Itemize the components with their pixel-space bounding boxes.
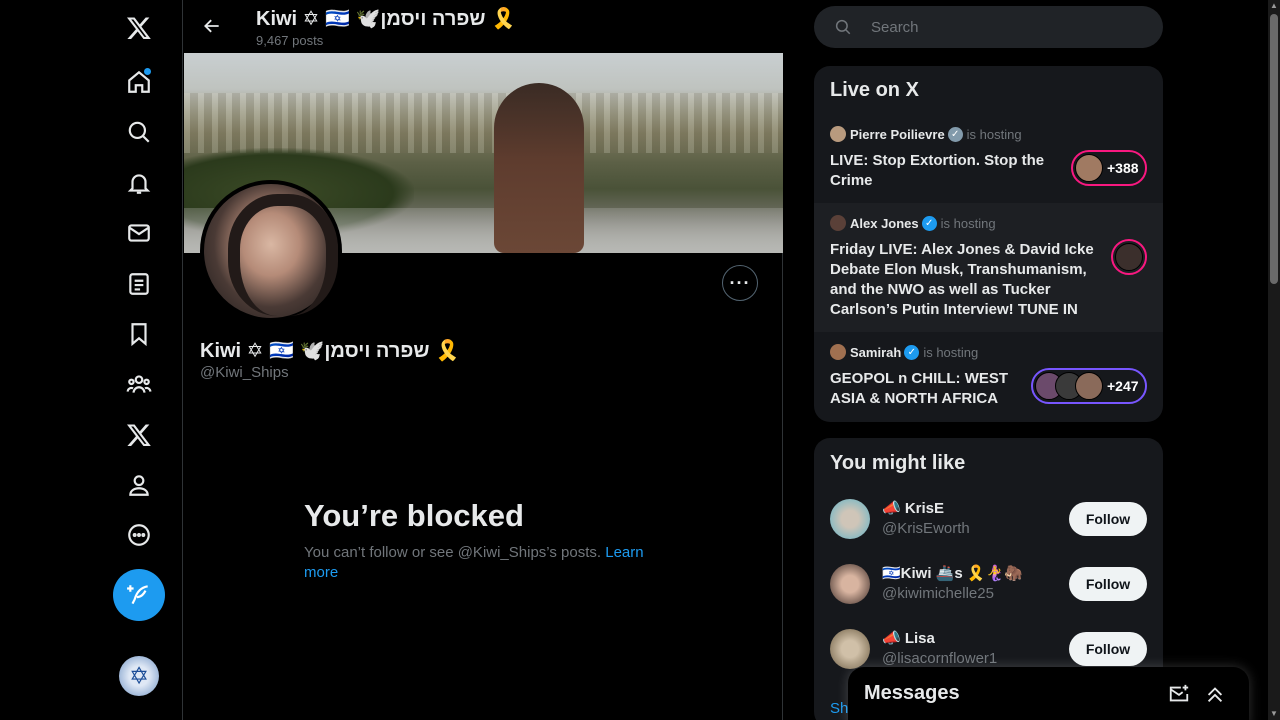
header-post-count: 9,467 posts bbox=[256, 33, 324, 48]
listener-avatar bbox=[1115, 243, 1143, 271]
profile-avatar[interactable] bbox=[200, 180, 342, 322]
messages-title: Messages bbox=[864, 682, 960, 704]
profile-display-name: Kiwi ✡ 🇮🇱 🕊️שפרה ויסמן 🎗️ bbox=[200, 340, 460, 362]
list-icon[interactable] bbox=[119, 264, 159, 304]
live-item[interactable]: Pierre Poilievre ✓ is hosting LIVE: Stop… bbox=[814, 114, 1163, 203]
back-button[interactable] bbox=[198, 12, 226, 40]
host-avatar bbox=[830, 126, 846, 142]
live-on-x-panel: Live on X Pierre Poilievre ✓ is hosting … bbox=[814, 66, 1163, 422]
blocked-message: You can’t follow or see @Kiwi_Ships’s po… bbox=[304, 543, 664, 583]
live-host-row: Pierre Poilievre ✓ is hosting bbox=[830, 126, 1022, 142]
host-avatar bbox=[830, 344, 846, 360]
show-more-link[interactable]: Sh bbox=[830, 700, 848, 717]
people-icon[interactable] bbox=[119, 364, 159, 404]
double-chevron-up-icon[interactable] bbox=[1204, 683, 1226, 705]
search-icon[interactable] bbox=[119, 112, 159, 152]
listener-avatar bbox=[1075, 372, 1103, 400]
scroll-up-arrow-icon[interactable]: ▲ bbox=[1270, 2, 1278, 10]
scroll-down-arrow-icon[interactable]: ▼ bbox=[1270, 710, 1278, 718]
listener-avatar bbox=[1075, 154, 1103, 182]
messages-drawer[interactable]: Messages bbox=[848, 667, 1249, 720]
suggestion-name: 📣 KrisE bbox=[882, 500, 945, 517]
profile-column: Kiwi ✡ 🇮🇱 🕊️שפרה ויסמן 🎗️ 9,467 posts ··… bbox=[184, 0, 783, 720]
notification-dot bbox=[144, 68, 151, 75]
follow-button[interactable]: Follow bbox=[1069, 632, 1147, 666]
blocked-title: You’re blocked bbox=[304, 498, 524, 533]
hosting-label: is hosting bbox=[940, 215, 996, 231]
more-circle-icon[interactable] bbox=[119, 515, 159, 555]
search-input[interactable] bbox=[871, 18, 1131, 36]
left-navigation: ✡ bbox=[0, 0, 183, 720]
post-button[interactable] bbox=[113, 569, 165, 621]
star-of-david-icon: ✡ bbox=[128, 662, 150, 690]
suggestion-avatar bbox=[830, 499, 870, 539]
live-listeners-pill[interactable]: +388 bbox=[1071, 150, 1147, 186]
host-avatar bbox=[830, 215, 846, 231]
suggestion-handle: @KrisEworth bbox=[882, 520, 970, 537]
page-scrollbar[interactable]: ▲ ▼ bbox=[1268, 0, 1280, 720]
verified-badge-icon: ✓ bbox=[921, 215, 937, 231]
suggestion-name: 📣 Lisa bbox=[882, 630, 935, 647]
new-message-icon[interactable] bbox=[1168, 683, 1190, 705]
suggestion-handle: @lisacornflower1 bbox=[882, 650, 998, 667]
live-host-row: Samirah ✓ is hosting bbox=[830, 344, 978, 360]
follow-button[interactable]: Follow bbox=[1069, 502, 1147, 536]
live-title: LIVE: Stop Extortion. Stop the Crime bbox=[830, 152, 1045, 189]
verified-badge-icon: ✓ bbox=[947, 126, 963, 142]
profile-handle: @Kiwi_Ships bbox=[200, 364, 289, 381]
follow-button[interactable]: Follow bbox=[1069, 567, 1147, 601]
listener-count: +388 bbox=[1107, 160, 1139, 176]
arrow-left-icon bbox=[204, 19, 219, 33]
live-item[interactable]: Alex Jones ✓ is hosting Friday LIVE: Ale… bbox=[814, 203, 1163, 332]
suggestion-item[interactable]: 🇮🇱Kiwi 🚢s 🎗️🧜‍♀️🦣 @kiwimichelle25 Follow bbox=[830, 564, 1147, 608]
live-listeners-pill[interactable] bbox=[1111, 239, 1147, 275]
account-avatar[interactable]: ✡ bbox=[119, 656, 159, 696]
blocked-text: You can’t follow or see @Kiwi_Ships’s po… bbox=[304, 544, 602, 561]
bookmark-icon[interactable] bbox=[119, 314, 159, 354]
header-display-name: Kiwi ✡ 🇮🇱 🕊️שפרה ויסמן 🎗️ bbox=[256, 8, 516, 30]
live-host-row: Alex Jones ✓ is hosting bbox=[830, 215, 996, 231]
home-icon[interactable] bbox=[119, 62, 159, 102]
feather-plus-icon bbox=[127, 585, 148, 605]
banner-figure bbox=[494, 83, 584, 253]
hosting-label: is hosting bbox=[923, 344, 979, 360]
live-panel-title: Live on X bbox=[830, 79, 919, 101]
suggestion-avatar bbox=[830, 564, 870, 604]
suggestion-handle: @kiwimichelle25 bbox=[882, 585, 994, 602]
search-box[interactable] bbox=[814, 6, 1163, 48]
premium-x-icon[interactable] bbox=[119, 415, 159, 455]
profile-header-bar: Kiwi ✡ 🇮🇱 🕊️שפרה ויסמן 🎗️ 9,467 posts bbox=[184, 0, 783, 53]
scroll-thumb[interactable] bbox=[1270, 14, 1278, 284]
host-name: Samirah bbox=[850, 344, 902, 360]
live-title: Friday LIVE: Alex Jones & David Icke Deb… bbox=[830, 241, 1094, 318]
live-listeners-pill[interactable]: +247 bbox=[1031, 368, 1147, 404]
suggestion-avatar bbox=[830, 629, 870, 669]
suggestion-name: 🇮🇱Kiwi 🚢s 🎗️🧜‍♀️🦣 bbox=[882, 565, 1023, 582]
verified-badge-icon: ✓ bbox=[904, 344, 920, 360]
listener-count: +247 bbox=[1107, 378, 1139, 394]
host-name: Pierre Poilievre bbox=[850, 126, 945, 142]
more-options-button[interactable]: ··· bbox=[722, 265, 758, 301]
search-icon bbox=[835, 19, 851, 35]
live-item[interactable]: Samirah ✓ is hosting GEOPOL n CHILL: WES… bbox=[814, 332, 1163, 422]
suggestion-item[interactable]: 📣 KrisE @KrisEworth Follow bbox=[830, 499, 1147, 543]
banner-town bbox=[184, 93, 783, 153]
suggestions-title: You might like bbox=[830, 452, 966, 474]
bell-icon[interactable] bbox=[119, 163, 159, 203]
host-name: Alex Jones bbox=[850, 215, 919, 231]
hosting-label: is hosting bbox=[966, 126, 1022, 142]
person-icon[interactable] bbox=[119, 465, 159, 505]
live-title: GEOPOL n CHILL: WEST ASIA & NORTH AFRICA bbox=[830, 370, 1009, 407]
envelope-icon[interactable] bbox=[119, 213, 159, 253]
x-logo-icon[interactable] bbox=[119, 8, 159, 48]
